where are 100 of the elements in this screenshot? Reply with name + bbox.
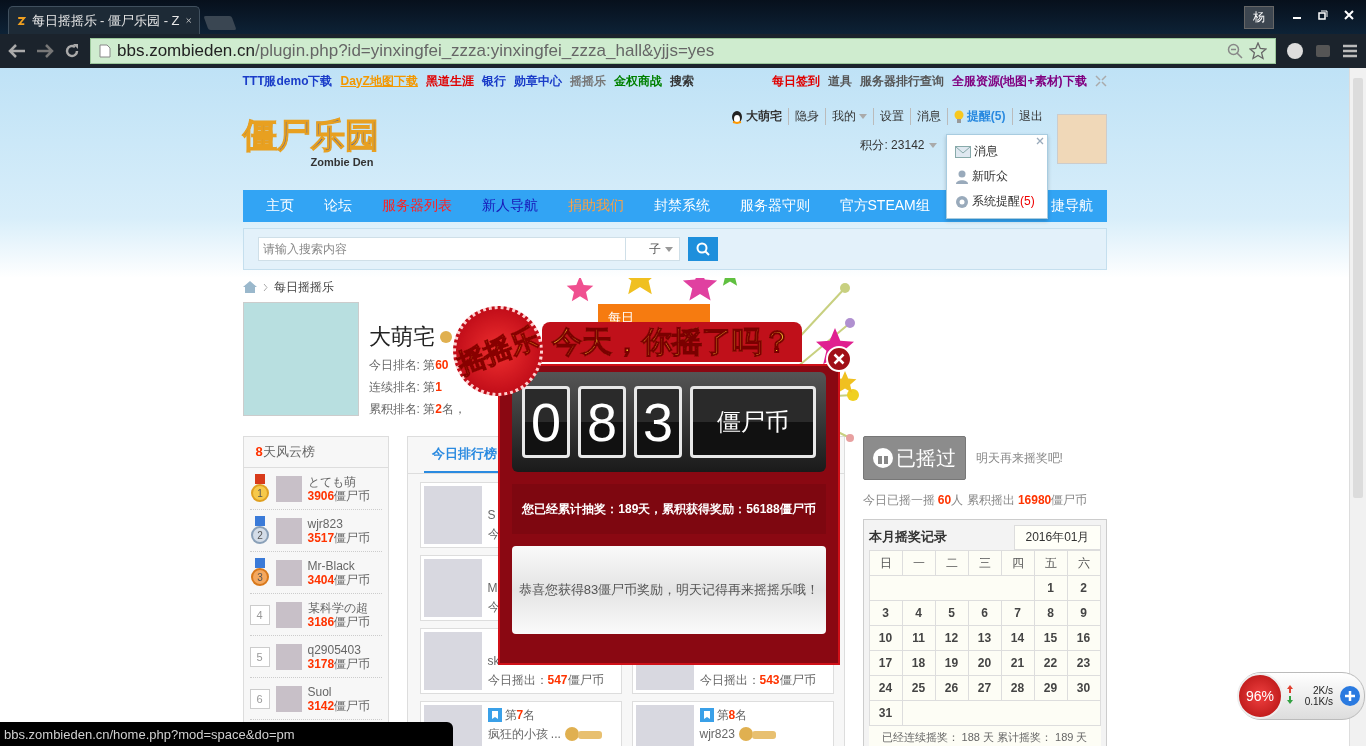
username[interactable]: q2905403	[307, 642, 371, 657]
rank-label: 第8名	[716, 706, 748, 724]
weekday-header: 二	[935, 551, 969, 576]
username[interactable]: S	[487, 508, 496, 522]
logout-link[interactable]: 退出	[1018, 108, 1043, 125]
page-icon	[99, 44, 111, 58]
caret-icon	[664, 246, 673, 252]
menu-item[interactable]: 新听众	[947, 164, 1047, 189]
top-link[interactable]: 金权商战	[613, 72, 662, 90]
top-link[interactable]: 勋章中心	[513, 72, 562, 90]
network-speed-widget[interactable]: 96% 2K/s 0.1K/s	[1238, 672, 1365, 720]
counter-digit: 3	[634, 386, 682, 458]
star-icon[interactable]	[1249, 42, 1267, 60]
username[interactable]: Mr-Black	[307, 558, 371, 573]
counter-digit: 8	[578, 386, 626, 458]
top-link[interactable]: 每日签到	[771, 72, 820, 90]
level-badge-icon	[737, 726, 776, 742]
points-label[interactable]: 积分: 23142	[860, 137, 925, 154]
calendar-day: 27	[968, 676, 1002, 701]
username[interactable]: wjr823	[699, 727, 735, 741]
top-link[interactable]: TTT服demo下载	[242, 72, 333, 90]
restore-icon[interactable]	[1318, 10, 1328, 20]
avatar-placeholder	[275, 517, 302, 544]
search-icon	[695, 242, 710, 256]
calendar-day: 28	[1001, 676, 1035, 701]
username[interactable]: M	[487, 581, 498, 595]
profile-button[interactable]: 杨	[1244, 6, 1274, 29]
status-bar: bbs.zombieden.cn/home.php?mod=space&do=pm	[0, 722, 453, 746]
avatar-placeholder	[275, 601, 302, 628]
user-link[interactable]: 隐身	[794, 108, 819, 125]
calendar-day: 15	[1034, 626, 1068, 651]
calendar-day: 2	[1067, 576, 1101, 601]
calendar-day: 19	[935, 651, 969, 676]
scrollbar[interactable]	[1349, 68, 1366, 746]
user-link[interactable]: 我的	[831, 108, 856, 125]
username[interactable]: とても萌	[307, 474, 371, 489]
calendar-day: 18	[902, 651, 936, 676]
weekday-header: 六	[1067, 551, 1101, 576]
back-icon[interactable]	[8, 44, 26, 58]
avatar-placeholder	[275, 643, 302, 670]
calendar-title: 本月摇奖记录	[868, 528, 947, 546]
calendar-day: 11	[902, 626, 936, 651]
search-field[interactable]: 请输入搜索内容	[257, 237, 626, 261]
forward-icon[interactable]	[36, 44, 54, 58]
top-link[interactable]: 搜索	[669, 72, 694, 90]
username-link[interactable]: 大萌宅	[745, 108, 782, 125]
username[interactable]: Suol	[307, 684, 371, 699]
top-link[interactable]: 服务器排行查询	[859, 72, 944, 90]
user-link[interactable]: 消息	[916, 108, 941, 125]
plus-icon[interactable]	[1339, 685, 1361, 707]
bookmark-icon	[699, 708, 714, 722]
user-link[interactable]: 设置	[879, 108, 904, 125]
top-link[interactable]: 道具	[827, 72, 852, 90]
reload-icon[interactable]	[64, 43, 80, 59]
upload-rate: 2K/s	[1313, 685, 1333, 696]
top-link[interactable]: 全服资源(地图+素材)下载	[951, 72, 1087, 90]
calendar-summary: 已经连续摇奖： 188 天 累计摇奖： 189 天	[868, 726, 1101, 746]
calendar-day: 5	[935, 601, 969, 626]
calendar-day: 6	[968, 601, 1002, 626]
top-link[interactable]: 黑道生涯	[425, 72, 474, 90]
level-badge-icon	[563, 726, 602, 742]
earned-amount: 今日摇出：547僵尸币	[487, 671, 604, 689]
menu-item[interactable]: 消息	[947, 139, 1047, 164]
address-bar[interactable]: bbs.zombieden.cn/plugin.php?id=yinxingfei_zzza:yinxingfei_zzza_hall&yjjs=yes	[90, 38, 1276, 64]
chevron-icon	[262, 282, 268, 292]
search-scope-dropdown[interactable]: 子	[625, 237, 680, 261]
menu-item[interactable]: 系统提醒(5)	[947, 189, 1047, 214]
menu-icon[interactable]	[1342, 44, 1358, 58]
rank-number: 4	[249, 604, 270, 625]
avatar-placeholder	[275, 559, 302, 586]
envelope-icon	[955, 145, 971, 158]
nav-link[interactable]: 新人导航	[466, 197, 553, 215]
username[interactable]: wjr823	[307, 516, 371, 531]
profile-name: 大萌宅	[368, 323, 435, 351]
username[interactable]: 某科学の超	[307, 600, 371, 615]
search-button[interactable]	[687, 237, 718, 261]
coin-amount: 3142僵尸币	[307, 698, 371, 713]
breadcrumb-link[interactable]: 每日摇摇乐	[273, 278, 334, 296]
draw-summary: 您已经累计抽奖：189天，累积获得奖励：56188僵尸币	[512, 484, 826, 534]
lightbulb-icon	[953, 109, 964, 124]
calendar-day: 13	[968, 626, 1002, 651]
calendar-day: 14	[1001, 626, 1035, 651]
calendar-day: 21	[1001, 651, 1035, 676]
username[interactable]: 疯狂的小孩 ...	[487, 725, 561, 743]
site-logo[interactable]: 僵尸乐园 Zombie Den	[242, 102, 393, 182]
panel-title: 8天风云榜	[255, 443, 315, 461]
arrow-down-icon	[1287, 696, 1293, 704]
zoom-icon[interactable]	[1227, 43, 1243, 59]
shaken-button[interactable]: 已摇过	[862, 436, 966, 480]
top-link[interactable]: 摇摇乐	[569, 72, 606, 90]
coin-amount: 3186僵尸币	[307, 614, 371, 629]
coin-amount: 3906僵尸币	[307, 488, 371, 503]
earned-amount: 今日摇出：543僵尸币	[699, 671, 816, 689]
weekday-header: 三	[968, 551, 1002, 576]
avatar-placeholder	[423, 559, 482, 617]
calendar-day: 17	[869, 651, 903, 676]
browser-tab[interactable]: 每日摇摇乐 - 僵尸乐园 - Z	[8, 6, 200, 34]
top-link[interactable]: 银行	[481, 72, 506, 90]
calendar-day: 7	[1001, 601, 1035, 626]
coin-amount: 3178僵尸币	[307, 656, 371, 671]
